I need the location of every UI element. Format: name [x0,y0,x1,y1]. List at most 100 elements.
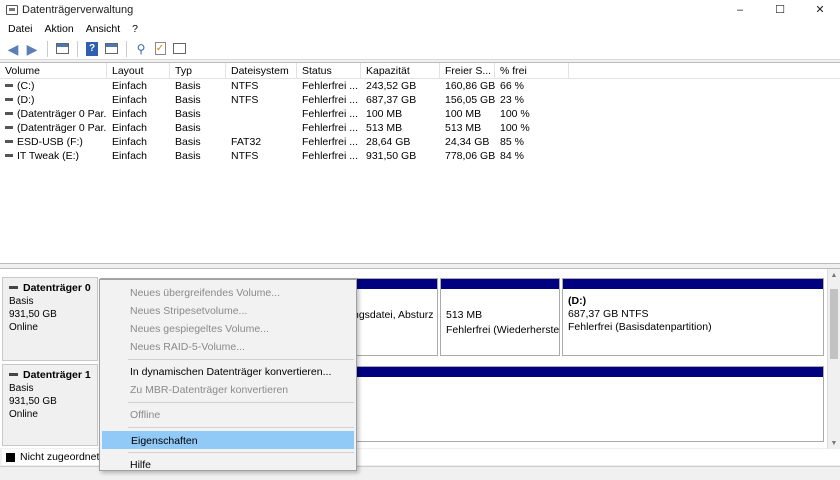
cell-volume: (D:) [0,93,107,107]
cell-status: Fehlerfrei ... [302,80,359,92]
cell-typ: Basis [175,80,201,92]
cell-kapazitaet: 513 MB [366,122,403,134]
console-tree-button[interactable] [53,40,71,58]
forward-arrow-icon: ▶ [26,40,38,57]
disk-type: Basis [9,383,34,394]
menu-separator [128,359,354,360]
column-header-typ[interactable]: Typ [170,63,226,78]
disk-0-label[interactable]: Datenträger 0 Basis 931,50 GB Online [2,277,98,361]
column-header-freier-speicher[interactable]: Freier S... [440,63,495,78]
show-pane-button[interactable] [102,40,120,58]
disk-name: Datenträger 1 [23,369,91,381]
disk-1-label[interactable]: Datenträger 1 Basis 931,50 GB Online [2,364,98,446]
disk-management-app-icon [6,4,18,15]
menu-datei[interactable]: Datei [2,23,39,35]
drive-icon [5,153,13,157]
partition-bar [441,279,559,289]
scrollbar-thumb[interactable] [830,289,838,359]
cell-freier-speicher: 160,86 GB [445,80,495,92]
cell-prozent-frei: 84 % [500,150,524,162]
cell-volume: ESD-USB (F:) [0,135,107,149]
table-row[interactable]: (D:) Einfach Basis NTFS Fehlerfrei ... 6… [0,93,840,107]
column-header-kapazitaet[interactable]: Kapazität [361,63,440,78]
menu-item-help[interactable]: Hilfe [102,456,354,474]
menu-item-new-spanned-volume[interactable]: Neues übergreifendes Volume... [102,284,354,302]
table-row[interactable]: ESD-USB (F:) Einfach Basis FAT32 Fehlerf… [0,135,840,149]
checklist-icon: ✓ [154,42,166,55]
cell-freier-speicher: 24,34 GB [445,136,490,148]
menu-separator [128,452,354,453]
cell-status: Fehlerfrei ... [302,122,359,134]
maximize-button[interactable]: ☐ [760,0,800,19]
window2-icon [104,43,118,54]
menu-aktion[interactable]: Aktion [39,23,80,35]
column-header-dateisystem[interactable]: Dateisystem [226,63,297,78]
cell-dateisystem: FAT32 [231,136,262,148]
table-row[interactable]: (C:) Einfach Basis NTFS Fehlerfrei ... 2… [0,79,840,93]
menu-item-new-raid5-volume[interactable]: Neues RAID-5-Volume... [102,338,354,356]
title-bar: Datenträgerverwaltung – ☐ ✕ [0,0,840,19]
menu-item-properties[interactable]: Eigenschaften [102,431,354,449]
cell-freier-speicher: 156,05 GB [445,94,495,106]
checklist-button[interactable]: ✓ [151,40,169,58]
cell-typ: Basis [175,108,201,120]
menu-item-new-mirrored-volume[interactable]: Neues gespiegeltes Volume... [102,320,354,338]
menu-help[interactable]: ? [126,23,144,35]
window-icon [55,43,69,54]
cell-prozent-frei: 23 % [500,94,524,106]
column-header-layout[interactable]: Layout [107,63,170,78]
cell-volume: (Datenträger 0 Par... [0,107,107,121]
close-button[interactable]: ✕ [800,0,840,19]
back-button[interactable]: ◀ [4,40,22,58]
cell-prozent-frei: 100 % [500,122,530,134]
column-header-volume[interactable]: Volume [0,63,107,78]
cell-dateisystem [226,107,297,121]
table-row[interactable]: IT Tweak (E:) Einfach Basis NTFS Fehlerf… [0,149,840,163]
disk-state: Online [9,409,38,420]
table-row[interactable]: (Datenträger 0 Par... Einfach Basis Fehl… [0,107,840,121]
scroll-down-icon[interactable]: ▼ [828,437,840,449]
unallocated-swatch-icon [6,452,15,462]
partition-status: Fehlerfrei (Wiederherstel [446,324,559,336]
column-header-status[interactable]: Status [297,63,361,78]
cell-layout: Einfach [112,108,148,120]
forward-button[interactable]: ▶ [23,40,41,58]
drive-icon [5,125,13,129]
minimize-button[interactable]: – [720,0,760,19]
menu-separator [128,402,354,403]
cell-kapazitaet: 687,37 GB [366,94,417,106]
list-button[interactable] [170,40,188,58]
help-button[interactable]: ? [83,40,101,58]
menu-item-offline[interactable]: Offline [102,406,354,424]
column-header-prozent-frei[interactable]: % frei [495,63,569,78]
scroll-up-icon[interactable]: ▲ [828,269,840,281]
cell-layout: Einfach [112,80,148,92]
cell-freier-speicher: 778,06 GB [445,150,495,162]
drive-icon [5,83,13,87]
disk-panel-scrollbar[interactable]: ▲ ▼ [827,269,840,449]
partition-bar [563,279,823,289]
partition-size: 687,37 GB NTFS [568,308,649,320]
menu-item-convert-mbr[interactable]: Zu MBR-Datenträger konvertieren [102,381,354,399]
cell-prozent-frei: 66 % [500,80,524,92]
cell-typ: Basis [175,150,201,162]
drive-icon [5,111,13,115]
table-row[interactable]: (Datenträger 0 Par... Einfach Basis Fehl… [0,121,840,135]
cell-prozent-frei: 85 % [500,136,524,148]
disk-icon [9,372,18,376]
help-icon: ? [86,41,98,56]
back-arrow-icon: ◀ [7,40,19,57]
partition-d[interactable]: (D:) 687,37 GB NTFS Fehlerfrei (Basisdat… [562,278,824,356]
cell-typ: Basis [175,94,201,106]
menu-item-convert-dynamic[interactable]: In dynamischen Datenträger konvertieren.… [102,363,354,381]
cell-volume: (Datenträger 0 Par... [0,121,107,135]
disk-icon [9,285,18,289]
menu-item-new-striped-volume[interactable]: Neues Stripesetvolume... [102,302,354,320]
cell-status: Fehlerfrei ... [302,150,359,162]
menu-ansicht[interactable]: Ansicht [80,23,126,35]
key-button[interactable]: ⚲ [132,40,150,58]
disk-state: Online [9,322,38,333]
partition-recovery[interactable]: 513 MB Fehlerfrei (Wiederherstel [440,278,560,356]
volume-list: Volume Layout Typ Dateisystem Status Kap… [0,62,840,264]
cell-freier-speicher: 513 MB [445,122,482,134]
